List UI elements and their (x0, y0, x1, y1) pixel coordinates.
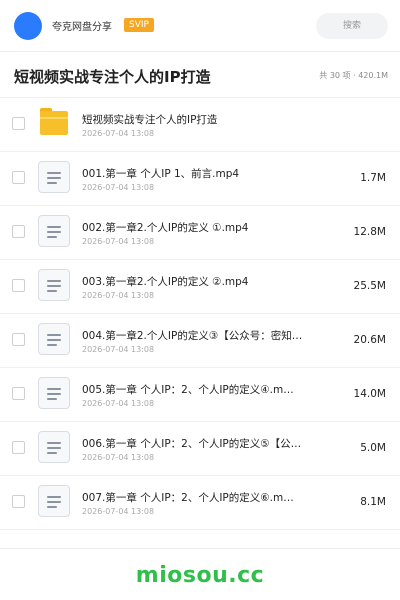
list-item[interactable]: 005.第一章 个人IP：2、个人IP的定义④.m… 2026-07-04 13… (0, 368, 400, 422)
footer: miosou.cc (0, 548, 400, 600)
item-size: 25.5M (353, 280, 386, 292)
item-date: 2026-07-04 13:08 (82, 453, 155, 462)
video-file-icon (38, 431, 70, 463)
video-file-icon (38, 269, 70, 301)
list-item[interactable]: 006.第一章 个人IP：2、个人IP的定义⑤【公… 2026-07-04 13… (0, 422, 400, 476)
item-date: 2026-07-04 13:08 (82, 291, 155, 300)
item-name: 002.第一章2.个人IP的定义 ①.mp4 (82, 222, 249, 234)
row-checkbox[interactable] (12, 387, 25, 400)
item-date: 2026-07-04 13:08 (82, 129, 155, 138)
list-item[interactable]: 007.第一章 个人IP：2、个人IP的定义⑥.m… 2026-07-04 13… (0, 476, 400, 530)
row-checkbox[interactable] (12, 171, 25, 184)
item-size: 20.6M (353, 334, 386, 346)
item-name: 001.第一章 个人IP 1、前言.mp4 (82, 168, 240, 180)
item-count-meta: 共 30 项 · 420.1M (319, 71, 388, 80)
item-name: 004.第一章2.个人IP的定义③【公众号：密知圈… (82, 330, 312, 342)
row-checkbox[interactable] (12, 117, 25, 130)
row-checkbox[interactable] (12, 225, 25, 238)
avatar[interactable] (14, 12, 42, 40)
item-name: 005.第一章 个人IP：2、个人IP的定义④.m… (82, 384, 294, 396)
vip-badge: SVIP (124, 18, 154, 32)
list-item[interactable]: 004.第一章2.个人IP的定义③【公众号：密知圈… 2026-07-04 13… (0, 314, 400, 368)
item-date: 2026-07-04 13:08 (82, 237, 155, 246)
title-bar: 短视频实战专注个人的IP打造 共 30 项 · 420.1M (0, 52, 400, 98)
list-item[interactable]: 003.第一章2.个人IP的定义 ②.mp4 2026-07-04 13:08 … (0, 260, 400, 314)
video-file-icon (38, 161, 70, 193)
item-name: 007.第一章 个人IP：2、个人IP的定义⑥.m… (82, 492, 294, 504)
item-name: 006.第一章 个人IP：2、个人IP的定义⑤【公… (82, 438, 302, 450)
item-size: 1.7M (360, 172, 386, 184)
video-file-icon (38, 323, 70, 355)
row-checkbox[interactable] (12, 441, 25, 454)
row-checkbox[interactable] (12, 333, 25, 346)
row-checkbox[interactable] (12, 279, 25, 292)
item-date: 2026-07-04 13:08 (82, 507, 155, 516)
item-date: 2026-07-04 13:08 (82, 399, 155, 408)
item-size: 5.0M (360, 442, 386, 454)
list-item[interactable]: 短视频实战专注个人的IP打造 2026-07-04 13:08 (0, 98, 400, 152)
video-file-icon (38, 215, 70, 247)
item-date: 2026-07-04 13:08 (82, 183, 155, 192)
list-item[interactable]: 001.第一章 个人IP 1、前言.mp4 2026-07-04 13:08 1… (0, 152, 400, 206)
item-size: 14.0M (353, 388, 386, 400)
item-date: 2026-07-04 13:08 (82, 345, 155, 354)
item-size: 12.8M (353, 226, 386, 238)
row-checkbox[interactable] (12, 495, 25, 508)
search-button[interactable]: 搜索 (316, 13, 388, 39)
video-file-icon (38, 377, 70, 409)
video-file-icon (38, 485, 70, 517)
list-item[interactable]: 002.第一章2.个人IP的定义 ①.mp4 2026-07-04 13:08 … (0, 206, 400, 260)
watermark: miosou.cc (135, 563, 265, 588)
page-title: 短视频实战专注个人的IP打造 (14, 68, 211, 86)
item-name: 003.第一章2.个人IP的定义 ②.mp4 (82, 276, 249, 288)
brand-name: 夸克网盘分享 (52, 22, 112, 33)
file-list: 短视频实战专注个人的IP打造 2026-07-04 13:08 001.第一章 … (0, 98, 400, 530)
item-name: 短视频实战专注个人的IP打造 (82, 114, 218, 126)
top-header: 夸克网盘分享 SVIP 搜索 (0, 0, 400, 52)
folder-icon (38, 107, 70, 139)
item-size: 8.1M (360, 496, 386, 508)
